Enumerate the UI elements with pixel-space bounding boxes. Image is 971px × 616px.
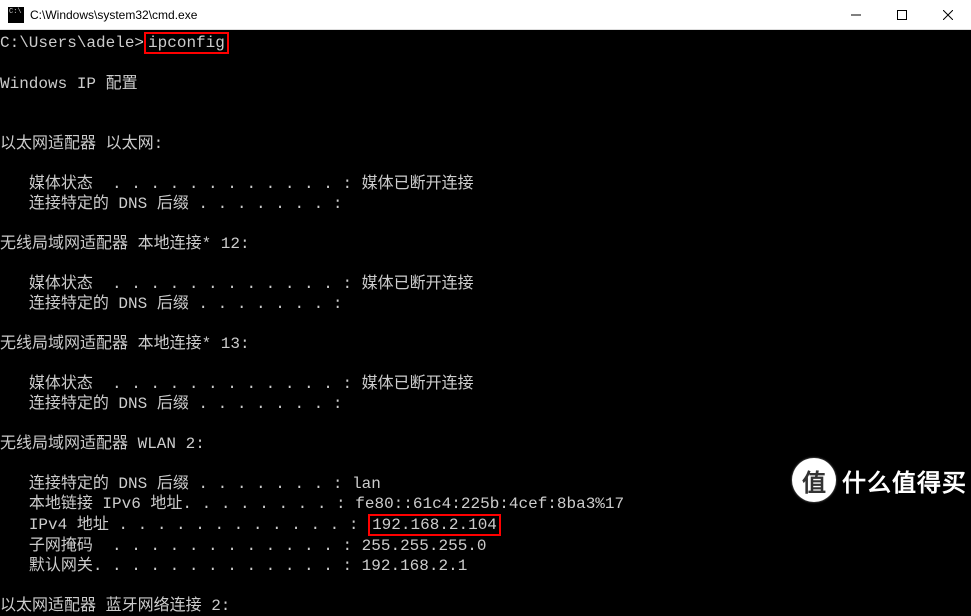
- ipv4-label: IPv4 地址 . . . . . . . . . . . . :: [29, 516, 368, 534]
- subnet-mask-value: 255.255.255.0: [362, 537, 487, 555]
- titlebar: C:\Windows\system32\cmd.exe: [0, 0, 971, 30]
- dns-suffix-label: 连接特定的 DNS 后缀 . . . . . . . :: [29, 395, 343, 413]
- dns-suffix-label: 连接特定的 DNS 后缀 . . . . . . . :: [29, 475, 352, 493]
- maximize-button[interactable]: [879, 0, 925, 29]
- adapter-bluetooth-title: 以太网适配器 蓝牙网络连接 2:: [0, 597, 230, 615]
- watermark: 值 什么值得买: [792, 458, 967, 502]
- terminal-output[interactable]: C:\Users\adele>ipconfig Windows IP 配置 以太…: [0, 30, 971, 616]
- media-state-label: 媒体状态 . . . . . . . . . . . . :: [29, 375, 362, 393]
- cmd-icon: [8, 7, 24, 23]
- adapter-wlan2-title: 无线局域网适配器 WLAN 2:: [0, 435, 205, 453]
- dns-suffix-label: 连接特定的 DNS 后缀 . . . . . . . :: [29, 295, 343, 313]
- ipv4-value-highlight: 192.168.2.104: [368, 514, 501, 536]
- dns-suffix-label: 连接特定的 DNS 后缀 . . . . . . . :: [29, 195, 343, 213]
- adapter-ethernet-title: 以太网适配器 以太网:: [0, 135, 163, 153]
- window-controls: [833, 0, 971, 29]
- close-button[interactable]: [925, 0, 971, 29]
- ipv6-value: fe80::61c4:225b:4cef:8ba3%17: [355, 495, 624, 513]
- media-state-value: 媒体已断开连接: [362, 175, 474, 193]
- gateway-value: 192.168.2.1: [362, 557, 468, 575]
- gateway-label: 默认网关. . . . . . . . . . . . . :: [29, 557, 362, 575]
- minimize-button[interactable]: [833, 0, 879, 29]
- adapter-wlan12-title: 无线局域网适配器 本地连接* 12:: [0, 235, 250, 253]
- ipv6-label: 本地链接 IPv6 地址. . . . . . . . :: [29, 495, 355, 513]
- adapter-wlan13-title: 无线局域网适配器 本地连接* 13:: [0, 335, 250, 353]
- window-title: C:\Windows\system32\cmd.exe: [30, 8, 833, 22]
- ip-config-header: Windows IP 配置: [0, 75, 138, 93]
- dns-suffix-value: lan: [352, 475, 381, 493]
- media-state-value: 媒体已断开连接: [362, 275, 474, 293]
- subnet-mask-label: 子网掩码 . . . . . . . . . . . . :: [29, 537, 362, 555]
- command-highlight: ipconfig: [144, 32, 229, 54]
- media-state-label: 媒体状态 . . . . . . . . . . . . :: [29, 175, 362, 193]
- media-state-value: 媒体已断开连接: [362, 375, 474, 393]
- prompt-path: C:\Users\adele>: [0, 34, 144, 52]
- watermark-text: 什么值得买: [842, 463, 967, 498]
- watermark-badge-icon: 值: [792, 458, 836, 502]
- media-state-label: 媒体状态 . . . . . . . . . . . . :: [29, 275, 362, 293]
